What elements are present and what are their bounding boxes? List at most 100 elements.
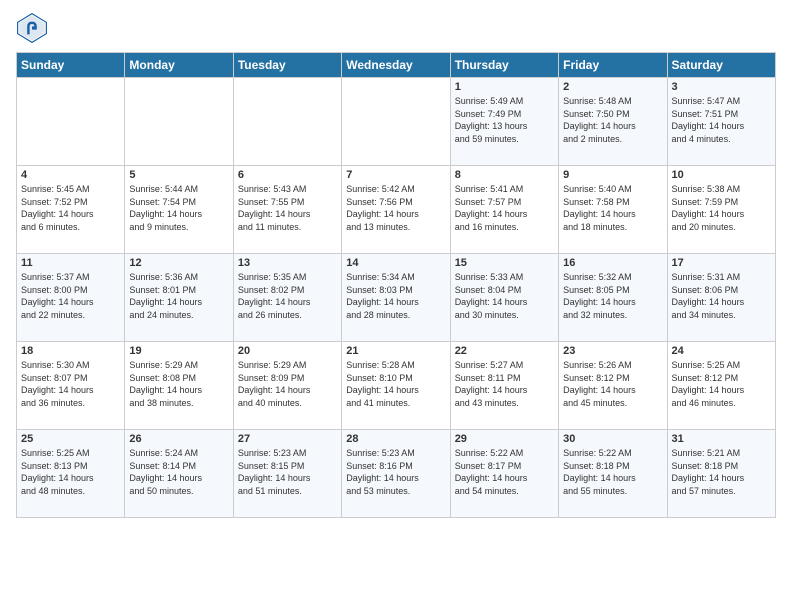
day-info: Sunrise: 5:30 AM Sunset: 8:07 PM Dayligh… xyxy=(21,359,120,409)
calendar-cell: 20 Sunrise: 5:29 AM Sunset: 8:09 PM Dayli… xyxy=(233,342,341,430)
day-info: Sunrise: 5:28 AM Sunset: 8:10 PM Dayligh… xyxy=(346,359,445,409)
header-friday: Friday xyxy=(559,53,667,78)
day-info: Sunrise: 5:26 AM Sunset: 8:12 PM Dayligh… xyxy=(563,359,662,409)
day-info: Sunrise: 5:41 AM Sunset: 7:57 PM Dayligh… xyxy=(455,183,554,233)
day-info: Sunrise: 5:34 AM Sunset: 8:03 PM Dayligh… xyxy=(346,271,445,321)
day-info: Sunrise: 5:35 AM Sunset: 8:02 PM Dayligh… xyxy=(238,271,337,321)
calendar-week-row: 11Sunrise: 5:37 AM Sunset: 8:00 PM Dayli… xyxy=(17,254,776,342)
day-info: Sunrise: 5:22 AM Sunset: 8:17 PM Dayligh… xyxy=(455,447,554,497)
calendar-cell: 24Sunrise: 5:25 AM Sunset: 8:12 PM Dayli… xyxy=(667,342,775,430)
calendar-week-row: 25 Sunrise: 5:25 AM Sunset: 8:13 PM Dayli… xyxy=(17,430,776,518)
day-info: Sunrise: 5:44 AM Sunset: 7:54 PM Dayligh… xyxy=(129,183,228,233)
calendar-cell: 4 Sunrise: 5:45 AM Sunset: 7:52 PM Daylig… xyxy=(17,166,125,254)
calendar-cell xyxy=(125,78,233,166)
day-info: Sunrise: 5:23 AM Sunset: 8:16 PM Dayligh… xyxy=(346,447,445,497)
day-number: 3 xyxy=(672,81,771,93)
calendar-week-row: 1 Sunrise: 5:49 AM Sunset: 7:49 PM Daylig… xyxy=(17,78,776,166)
day-info: Sunrise: 5:33 AM Sunset: 8:04 PM Dayligh… xyxy=(455,271,554,321)
calendar-cell: 3 Sunrise: 5:47 AM Sunset: 7:51 PM Daylig… xyxy=(667,78,775,166)
calendar-cell: 14 Sunrise: 5:34 AM Sunset: 8:03 PM Dayli… xyxy=(342,254,450,342)
day-number: 29 xyxy=(455,433,554,445)
calendar-cell: 19 Sunrise: 5:29 AM Sunset: 8:08 PM Dayli… xyxy=(125,342,233,430)
day-number: 7 xyxy=(346,169,445,181)
calendar-cell: 6 Sunrise: 5:43 AM Sunset: 7:55 PM Daylig… xyxy=(233,166,341,254)
day-number: 22 xyxy=(455,345,554,357)
day-info: Sunrise: 5:29 AM Sunset: 8:08 PM Dayligh… xyxy=(129,359,228,409)
calendar-cell: 12 Sunrise: 5:36 AM Sunset: 8:01 PM Dayli… xyxy=(125,254,233,342)
calendar-cell: 18 Sunrise: 5:30 AM Sunset: 8:07 PM Dayli… xyxy=(17,342,125,430)
day-number: 11 xyxy=(21,257,120,269)
day-info: Sunrise: 5:42 AM Sunset: 7:56 PM Dayligh… xyxy=(346,183,445,233)
day-number: 1 xyxy=(455,81,554,93)
day-number: 4 xyxy=(21,169,120,181)
header-saturday: Saturday xyxy=(667,53,775,78)
header-wednesday: Wednesday xyxy=(342,53,450,78)
day-number: 24 xyxy=(672,345,771,357)
day-number: 28 xyxy=(346,433,445,445)
day-number: 13 xyxy=(238,257,337,269)
day-number: 2 xyxy=(563,81,662,93)
day-info: Sunrise: 5:38 AM Sunset: 7:59 PM Dayligh… xyxy=(672,183,771,233)
day-info: Sunrise: 5:47 AM Sunset: 7:51 PM Dayligh… xyxy=(672,95,771,145)
day-info: Sunrise: 5:43 AM Sunset: 7:55 PM Dayligh… xyxy=(238,183,337,233)
header-tuesday: Tuesday xyxy=(233,53,341,78)
header-sunday: Sunday xyxy=(17,53,125,78)
calendar-cell: 26 Sunrise: 5:24 AM Sunset: 8:14 PM Dayli… xyxy=(125,430,233,518)
calendar-cell: 17 Sunrise: 5:31 AM Sunset: 8:06 PM Dayli… xyxy=(667,254,775,342)
day-info: Sunrise: 5:22 AM Sunset: 8:18 PM Dayligh… xyxy=(563,447,662,497)
page: Sunday Monday Tuesday Wednesday Thursday… xyxy=(0,0,792,612)
day-info: Sunrise: 5:25 AM Sunset: 8:13 PM Dayligh… xyxy=(21,447,120,497)
day-number: 16 xyxy=(563,257,662,269)
day-number: 15 xyxy=(455,257,554,269)
logo xyxy=(16,12,52,44)
day-number: 10 xyxy=(672,169,771,181)
calendar-cell: 22 Sunrise: 5:27 AM Sunset: 8:11 PM Dayli… xyxy=(450,342,558,430)
day-info: Sunrise: 5:31 AM Sunset: 8:06 PM Dayligh… xyxy=(672,271,771,321)
calendar-cell xyxy=(233,78,341,166)
day-number: 19 xyxy=(129,345,228,357)
day-info: Sunrise: 5:49 AM Sunset: 7:49 PM Dayligh… xyxy=(455,95,554,145)
day-number: 21 xyxy=(346,345,445,357)
header-thursday: Thursday xyxy=(450,53,558,78)
calendar-cell xyxy=(342,78,450,166)
day-number: 30 xyxy=(563,433,662,445)
day-number: 9 xyxy=(563,169,662,181)
calendar-cell: 8 Sunrise: 5:41 AM Sunset: 7:57 PM Daylig… xyxy=(450,166,558,254)
header-monday: Monday xyxy=(125,53,233,78)
day-info: Sunrise: 5:45 AM Sunset: 7:52 PM Dayligh… xyxy=(21,183,120,233)
header xyxy=(16,12,776,44)
calendar-cell: 10 Sunrise: 5:38 AM Sunset: 7:59 PM Dayli… xyxy=(667,166,775,254)
day-number: 14 xyxy=(346,257,445,269)
calendar-cell: 1 Sunrise: 5:49 AM Sunset: 7:49 PM Daylig… xyxy=(450,78,558,166)
calendar-cell: 31 Sunrise: 5:21 AM Sunset: 8:18 PM Dayli… xyxy=(667,430,775,518)
day-info: Sunrise: 5:24 AM Sunset: 8:14 PM Dayligh… xyxy=(129,447,228,497)
calendar-cell: 16Sunrise: 5:32 AM Sunset: 8:05 PM Dayli… xyxy=(559,254,667,342)
calendar-cell: 7 Sunrise: 5:42 AM Sunset: 7:56 PM Daylig… xyxy=(342,166,450,254)
day-info: Sunrise: 5:27 AM Sunset: 8:11 PM Dayligh… xyxy=(455,359,554,409)
day-number: 17 xyxy=(672,257,771,269)
day-number: 27 xyxy=(238,433,337,445)
calendar-cell: 27 Sunrise: 5:23 AM Sunset: 8:15 PM Dayli… xyxy=(233,430,341,518)
day-number: 12 xyxy=(129,257,228,269)
day-number: 31 xyxy=(672,433,771,445)
day-info: Sunrise: 5:29 AM Sunset: 8:09 PM Dayligh… xyxy=(238,359,337,409)
day-number: 23 xyxy=(563,345,662,357)
calendar-cell: 29 Sunrise: 5:22 AM Sunset: 8:17 PM Dayli… xyxy=(450,430,558,518)
day-number: 26 xyxy=(129,433,228,445)
calendar-cell: 11Sunrise: 5:37 AM Sunset: 8:00 PM Dayli… xyxy=(17,254,125,342)
day-info: Sunrise: 5:23 AM Sunset: 8:15 PM Dayligh… xyxy=(238,447,337,497)
day-number: 8 xyxy=(455,169,554,181)
calendar-cell: 15 Sunrise: 5:33 AM Sunset: 8:04 PM Dayli… xyxy=(450,254,558,342)
day-number: 18 xyxy=(21,345,120,357)
day-info: Sunrise: 5:40 AM Sunset: 7:58 PM Dayligh… xyxy=(563,183,662,233)
day-number: 25 xyxy=(21,433,120,445)
day-info: Sunrise: 5:36 AM Sunset: 8:01 PM Dayligh… xyxy=(129,271,228,321)
day-number: 5 xyxy=(129,169,228,181)
calendar-table: Sunday Monday Tuesday Wednesday Thursday… xyxy=(16,52,776,518)
calendar-week-row: 4 Sunrise: 5:45 AM Sunset: 7:52 PM Daylig… xyxy=(17,166,776,254)
day-info: Sunrise: 5:21 AM Sunset: 8:18 PM Dayligh… xyxy=(672,447,771,497)
calendar-cell: 25 Sunrise: 5:25 AM Sunset: 8:13 PM Dayli… xyxy=(17,430,125,518)
day-number: 6 xyxy=(238,169,337,181)
day-info: Sunrise: 5:48 AM Sunset: 7:50 PM Dayligh… xyxy=(563,95,662,145)
day-number: 20 xyxy=(238,345,337,357)
